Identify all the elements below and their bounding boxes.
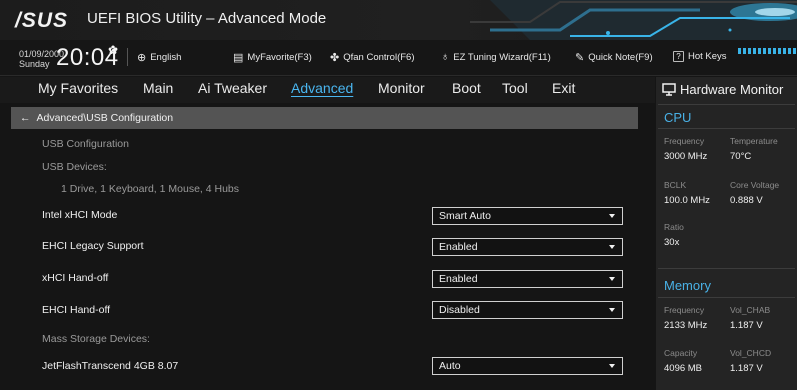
cpu-core-voltage-label: Core Voltage <box>730 180 780 190</box>
fan-icon: ✤ <box>330 52 340 64</box>
breadcrumb-text: Advanced\USB Configuration <box>36 112 174 124</box>
cpu-frequency-value: 3000 MHz <box>664 151 708 162</box>
menu-exit[interactable]: Exit <box>552 80 575 96</box>
ehci-legacy-support-value: Enabled <box>439 241 478 253</box>
divider <box>658 297 795 298</box>
memory-frequency-value: 2133 MHz <box>664 320 708 331</box>
mass-storage-device-label: JetFlashTranscend 4GB 8.07 <box>42 360 179 372</box>
dropdown-caret-icon <box>609 277 615 281</box>
memory-vol-chcd-label: Vol_CHCD <box>730 348 772 358</box>
ehci-hand-off-label: EHCI Hand-off <box>42 304 111 316</box>
app-title: UEFI BIOS Utility – Advanced Mode <box>87 10 327 27</box>
cpu-bclk-value: 100.0 MHz <box>664 195 710 206</box>
cpu-core-voltage-value: 0.888 V <box>730 195 763 206</box>
usb-devices-value: 1 Drive, 1 Keyboard, 1 Mouse, 4 Hubs <box>61 183 240 195</box>
xhci-hand-off-select[interactable]: Enabled <box>432 270 623 288</box>
intel-xhci-mode-select[interactable]: Smart Auto <box>432 207 623 225</box>
memory-vol-chcd-value: 1.187 V <box>730 363 763 374</box>
gear-icon[interactable]: ✿ <box>108 43 118 57</box>
quick-note-label: Quick Note(F9) <box>588 52 653 63</box>
cpu-section-title: CPU <box>664 110 692 125</box>
cpu-frequency-label: Frequency <box>664 136 705 146</box>
hardware-monitor-title: Hardware Monitor <box>662 82 783 97</box>
dropdown-caret-icon <box>609 308 615 312</box>
asus-logo: /SUS <box>15 9 69 32</box>
cpu-temperature-value: 70°C <box>730 151 752 162</box>
back-arrow-icon[interactable]: ← <box>20 112 31 124</box>
cpu-temperature-label: Temperature <box>730 136 778 146</box>
ez-tuning-label: EZ Tuning Wizard(F11) <box>453 51 551 63</box>
ehci-legacy-support-select[interactable]: Enabled <box>432 238 623 256</box>
quick-note-button[interactable]: ✎ Quick Note(F9) <box>575 51 653 64</box>
breadcrumb[interactable]: ← Advanced\USB Configuration <box>11 107 638 129</box>
menu-boot[interactable]: Boot <box>452 80 481 96</box>
help-icon: ? <box>673 51 684 62</box>
mass-storage-device-value: Auto <box>439 360 461 372</box>
menu-tool[interactable]: Tool <box>502 80 528 96</box>
qfan-label: Qfan Control(F6) <box>343 52 415 63</box>
mass-storage-device-select[interactable]: Auto <box>432 357 623 375</box>
xhci-hand-off-label: xHCI Hand-off <box>42 272 109 284</box>
note-icon: ✎ <box>575 52 585 64</box>
intel-xhci-mode-label: Intel xHCI Mode <box>42 209 118 221</box>
myfavorite-label: MyFavorite(F3) <box>247 52 312 63</box>
myfavorite-button[interactable]: ▤ MyFavorite(F3) <box>233 51 312 64</box>
language-label: English <box>150 52 182 63</box>
dropdown-caret-icon <box>609 364 615 368</box>
monitor-icon <box>662 83 676 96</box>
hot-keys-label: Hot Keys <box>688 51 727 62</box>
mass-storage-devices-label: Mass Storage Devices: <box>42 333 150 345</box>
favorite-list-icon: ▤ <box>233 52 244 64</box>
memory-frequency-label: Frequency <box>664 305 705 315</box>
ehci-hand-off-value: Disabled <box>439 304 480 316</box>
menu-ai-tweaker[interactable]: Ai Tweaker <box>198 80 267 96</box>
intel-xhci-mode-value: Smart Auto <box>439 210 491 222</box>
cpu-ratio-label: Ratio <box>664 222 684 232</box>
hardware-monitor-label: Hardware Monitor <box>680 82 784 97</box>
title-bar: /SUS UEFI BIOS Utility – Advanced Mode <box>0 0 797 40</box>
menu-main[interactable]: Main <box>143 80 173 96</box>
qfan-control-button[interactable]: ✤ Qfan Control(F6) <box>330 51 415 64</box>
menu-my-favorites[interactable]: My Favorites <box>38 80 118 96</box>
menu-monitor[interactable]: Monitor <box>378 80 425 96</box>
ehci-hand-off-select[interactable]: Disabled <box>432 301 623 319</box>
decoration-dots <box>738 48 796 54</box>
usb-configuration-heading: USB Configuration <box>42 138 129 150</box>
separator <box>127 48 128 66</box>
divider <box>658 128 795 129</box>
bulb-icon: ♁ <box>441 51 450 63</box>
dropdown-caret-icon <box>609 245 615 249</box>
cpu-ratio-value: 30x <box>664 237 680 248</box>
memory-section-title: Memory <box>664 278 711 293</box>
cpu-bclk-label: BCLK <box>664 180 687 190</box>
menu-advanced[interactable]: Advanced <box>291 80 353 96</box>
ehci-legacy-support-label: EHCI Legacy Support <box>42 240 144 252</box>
divider <box>658 104 795 105</box>
usb-devices-label: USB Devices: <box>42 161 107 173</box>
scrollbar[interactable] <box>640 103 654 390</box>
memory-capacity-label: Capacity <box>664 348 698 358</box>
ez-tuning-wizard-button[interactable]: ♁ EZ Tuning Wizard(F11) <box>441 51 551 63</box>
memory-capacity-value: 4096 MB <box>664 363 703 374</box>
language-button[interactable]: ⊕ English <box>137 51 181 64</box>
title-decoration <box>470 0 797 40</box>
divider <box>658 268 795 269</box>
memory-vol-chab-label: Vol_CHAB <box>730 305 771 315</box>
dropdown-caret-icon <box>609 214 615 218</box>
hot-keys-button[interactable]: ? Hot Keys <box>673 51 727 62</box>
globe-icon: ⊕ <box>137 52 147 64</box>
xhci-hand-off-value: Enabled <box>439 273 478 285</box>
memory-vol-chab-value: 1.187 V <box>730 320 763 331</box>
